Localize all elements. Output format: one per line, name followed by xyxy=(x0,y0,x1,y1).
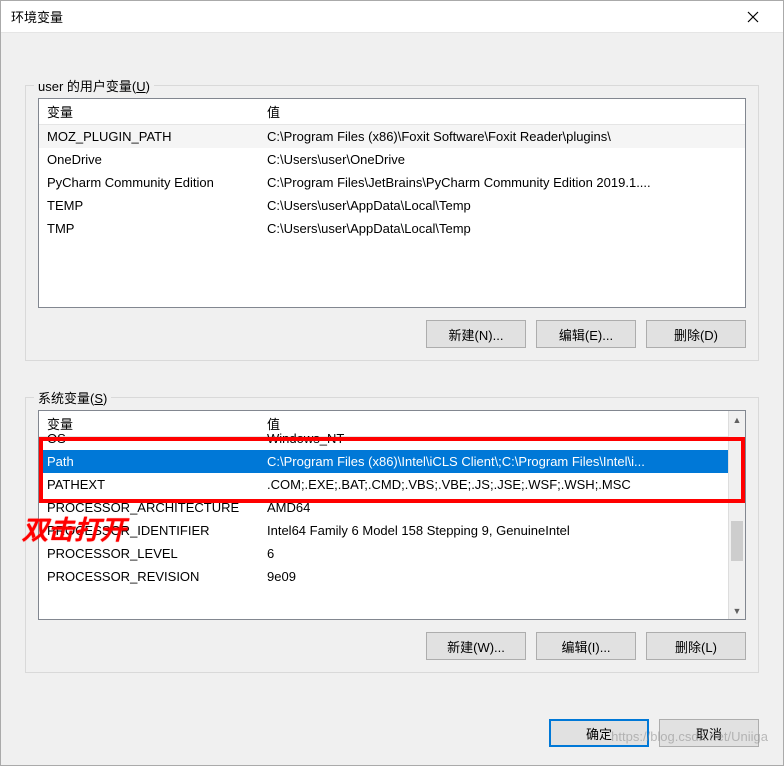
var-cell: TEMP xyxy=(39,196,259,215)
table-row[interactable]: TMPC:\Users\user\AppData\Local\Temp xyxy=(39,217,745,240)
dialog-content: user 的用户变量(U) 变量 值 MOZ_PLUGIN_PATHC:\Pro… xyxy=(1,33,783,705)
table-row[interactable]: PathC:\Program Files (x86)\Intel\iCLS Cl… xyxy=(39,450,745,473)
close-button[interactable] xyxy=(733,2,773,32)
var-cell: PATHEXT xyxy=(39,475,259,494)
val-cell: C:\Users\user\OneDrive xyxy=(259,150,745,169)
system-buttons: 新建(W)... 编辑(I)... 删除(L) xyxy=(38,632,746,660)
scrollbar[interactable]: ▲ ▼ xyxy=(728,411,745,619)
scroll-up-icon[interactable]: ▲ xyxy=(729,411,745,428)
environment-variables-dialog: 环境变量 user 的用户变量(U) 变量 值 MOZ_PLUGIN_PATHC… xyxy=(0,0,784,766)
user-group-label: user 的用户变量(U) xyxy=(34,76,154,95)
var-cell: Path xyxy=(39,452,259,471)
dialog-buttons: 确定 取消 xyxy=(1,705,783,765)
val-cell: C:\Users\user\AppData\Local\Temp xyxy=(259,219,745,238)
var-cell: PyCharm Community Edition xyxy=(39,173,259,192)
val-cell: .COM;.EXE;.BAT;.CMD;.VBS;.VBE;.JS;.JSE;.… xyxy=(259,475,745,494)
user-buttons: 新建(N)... 编辑(E)... 删除(D) xyxy=(38,320,746,348)
system-variables-list[interactable]: 变量 值 OSWindows_NTPathC:\Program Files (x… xyxy=(38,410,746,620)
table-row[interactable]: MOZ_PLUGIN_PATHC:\Program Files (x86)\Fo… xyxy=(39,125,745,148)
val-cell: C:\Program Files (x86)\Foxit Software\Fo… xyxy=(259,127,745,146)
user-new-button[interactable]: 新建(N)... xyxy=(426,320,526,348)
col-variable[interactable]: 变量 xyxy=(39,98,259,125)
table-row[interactable]: PROCESSOR_ARCHITECTUREAMD64 xyxy=(39,496,745,519)
val-cell: 6 xyxy=(259,544,745,563)
table-row[interactable]: PATHEXT.COM;.EXE;.BAT;.CMD;.VBS;.VBE;.JS… xyxy=(39,473,745,496)
user-edit-button[interactable]: 编辑(E)... xyxy=(536,320,636,348)
val-cell: Intel64 Family 6 Model 158 Stepping 9, G… xyxy=(259,521,745,540)
val-cell: C:\Program Files\JetBrains\PyCharm Commu… xyxy=(259,173,745,192)
var-cell: MOZ_PLUGIN_PATH xyxy=(39,127,259,146)
var-cell: PROCESSOR_LEVEL xyxy=(39,544,259,563)
user-variables-group: user 的用户变量(U) 变量 值 MOZ_PLUGIN_PATHC:\Pro… xyxy=(25,85,759,361)
var-cell: PROCESSOR_IDENTIFIER xyxy=(39,521,259,540)
val-cell: AMD64 xyxy=(259,498,745,517)
var-cell: TMP xyxy=(39,219,259,238)
val-cell: 9e09 xyxy=(259,567,745,586)
titlebar: 环境变量 xyxy=(1,1,783,33)
list-header: 变量 值 xyxy=(39,99,745,125)
table-row[interactable]: OSWindows_NT xyxy=(39,427,745,450)
table-row[interactable]: PROCESSOR_IDENTIFIERIntel64 Family 6 Mod… xyxy=(39,519,745,542)
user-delete-button[interactable]: 删除(D) xyxy=(646,320,746,348)
system-edit-button[interactable]: 编辑(I)... xyxy=(536,632,636,660)
table-row[interactable]: PROCESSOR_LEVEL6 xyxy=(39,542,745,565)
system-group-label: 系统变量(S) xyxy=(34,388,111,407)
table-row[interactable]: OneDriveC:\Users\user\OneDrive xyxy=(39,148,745,171)
val-cell: C:\Program Files (x86)\Intel\iCLS Client… xyxy=(259,452,745,471)
val-cell: C:\Users\user\AppData\Local\Temp xyxy=(259,196,745,215)
system-variables-group: 系统变量(S) 变量 值 OSWindows_NTPathC:\Program … xyxy=(25,397,759,673)
var-cell: PROCESSOR_ARCHITECTURE xyxy=(39,498,259,517)
scroll-down-icon[interactable]: ▼ xyxy=(729,602,745,619)
table-row[interactable]: TEMPC:\Users\user\AppData\Local\Temp xyxy=(39,194,745,217)
window-title: 环境变量 xyxy=(11,7,733,26)
system-delete-button[interactable]: 删除(L) xyxy=(646,632,746,660)
ok-button[interactable]: 确定 xyxy=(549,719,649,747)
var-cell: OneDrive xyxy=(39,150,259,169)
close-icon xyxy=(747,11,759,23)
var-cell: PROCESSOR_REVISION xyxy=(39,567,259,586)
system-new-button[interactable]: 新建(W)... xyxy=(426,632,526,660)
col-value[interactable]: 值 xyxy=(259,98,745,125)
val-cell: Windows_NT xyxy=(259,429,745,448)
user-variables-list[interactable]: 变量 值 MOZ_PLUGIN_PATHC:\Program Files (x8… xyxy=(38,98,746,308)
scroll-thumb[interactable] xyxy=(731,521,743,561)
var-cell: OS xyxy=(39,429,259,448)
table-row[interactable]: PROCESSOR_REVISION9e09 xyxy=(39,565,745,588)
cancel-button[interactable]: 取消 xyxy=(659,719,759,747)
table-row[interactable]: PyCharm Community EditionC:\Program File… xyxy=(39,171,745,194)
